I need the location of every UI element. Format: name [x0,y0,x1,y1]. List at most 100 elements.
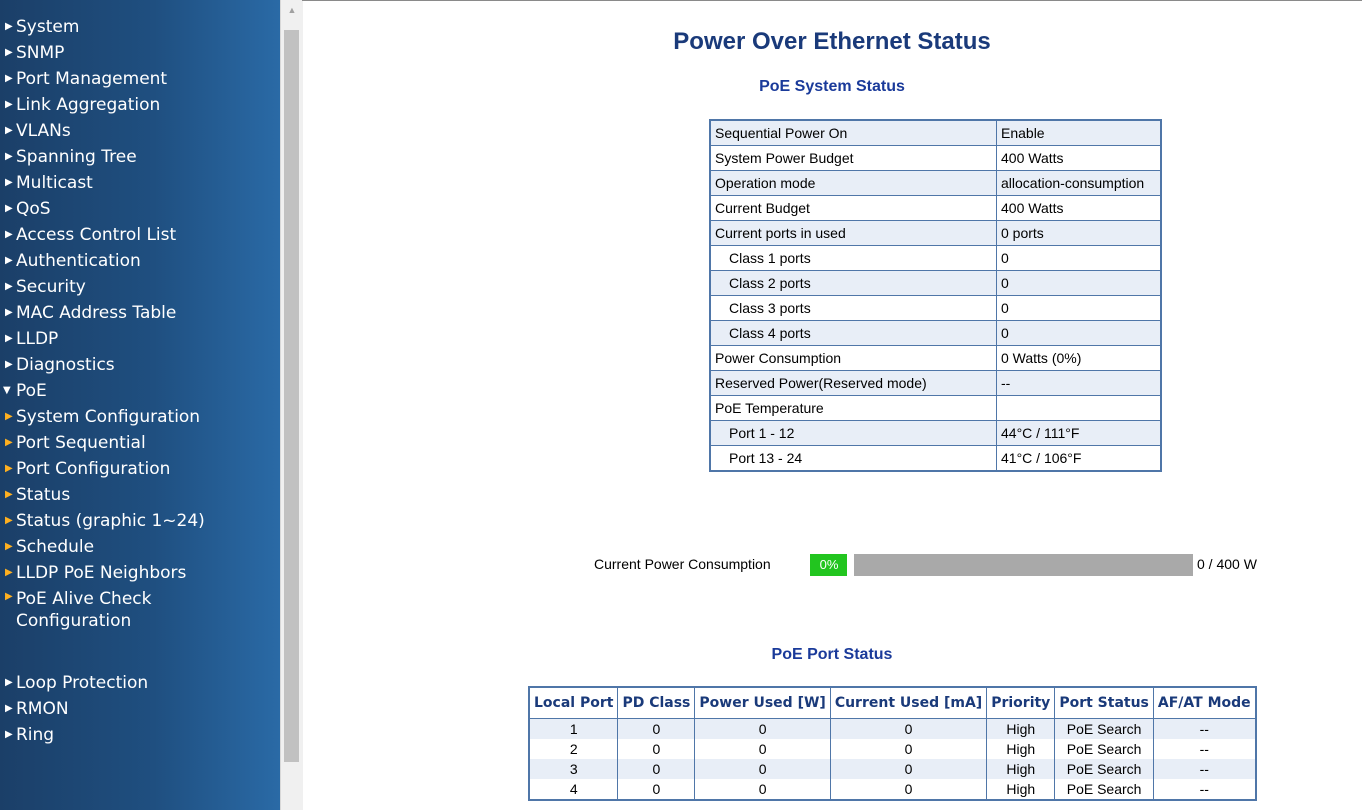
port-status-cell: 0 [694,779,831,800]
sidebar-item-lldp[interactable]: ▶ LLDP [0,326,280,352]
sidebar-item-spanning-tree[interactable]: ▶ Spanning Tree [0,144,280,170]
power-percent-badge: 0% [810,554,848,576]
caret-right-icon: ▶ [5,307,13,318]
sidebar-item-system[interactable]: ▶ System [0,14,280,40]
port-status-cell: High [986,718,1056,739]
port-status-row: 1 0 0 0 High PoE Search -- [528,718,1257,739]
port-status-cell: PoE Search [1054,718,1154,739]
sidebar-item-label: Authentication [16,251,141,271]
port-status-column-header: Power Used [W] [694,686,831,719]
system-status-row: Current Budget 400 Watts [709,195,1162,221]
system-status-value: 0 Watts (0%) [996,345,1162,371]
sidebar-item-multicast[interactable]: ▶ Multicast [0,170,280,196]
port-status-title: PoE Port Status [771,646,893,663]
port-status-cell: -- [1152,759,1257,779]
system-status-value: 400 Watts [996,145,1162,171]
port-status-column-header: AF/AT Mode [1152,686,1257,719]
system-status-key: Class 2 ports [709,270,997,296]
sidebar-subitem-schedule[interactable]: ▶ Schedule [0,534,280,560]
port-status-cell: PoE Search [1054,739,1154,759]
sidebar-item-label: VLANs [16,121,71,141]
power-bar-separator [847,554,854,576]
system-status-key: Current ports in used [709,220,997,246]
caret-right-icon: ▶ [5,73,13,84]
system-status-key: Class 4 ports [709,320,997,346]
sidebar-subitem-lldp-poe-neighbors[interactable]: ▶ LLDP PoE Neighbors [0,560,280,586]
system-status-key: Port 1 - 12 [709,420,997,446]
system-status-key: Class 3 ports [709,295,997,321]
caret-right-icon: ▶ [5,463,13,474]
sidebar-item-poe[interactable]: ▼ PoE [0,378,280,404]
system-status-row: System Power Budget 400 Watts [709,145,1162,171]
port-status-cell: 4 [528,779,619,800]
caret-right-icon: ▶ [5,255,13,266]
scrollbar-thumb[interactable] [284,30,299,762]
power-percent-label: 0% [819,557,839,572]
sidebar-item-link-aggregation[interactable]: ▶ Link Aggregation [0,92,280,118]
system-status-row: Port 1 - 12 44°C / 111°F [709,420,1162,446]
port-status-cell: PoE Search [1054,779,1154,800]
sidebar-item-label: Security [16,277,86,297]
sidebar-item-label: Diagnostics [16,355,115,375]
port-status-column-header: Current Used [mA] [829,686,988,719]
sidebar-subitem-label: Status [16,485,71,505]
sidebar-item-snmp[interactable]: ▶ SNMP [0,40,280,66]
port-status-cell: High [986,739,1056,759]
system-status-row: Port 13 - 24 41°C / 106°F [709,445,1162,472]
sidebar-item-port-management[interactable]: ▶ Port Management [0,66,280,92]
sidebar-subitem-label: PoE Alive Check Configuration [16,589,152,631]
poe-system-status-table: Sequential Power On Enable System Power Bu… [709,119,1162,472]
sidebar-item-mac-address-table[interactable]: ▶ MAC Address Table [0,300,280,326]
sidebar-item-qos[interactable]: ▶ QoS [0,196,280,222]
sidebar-subitem-port-configuration[interactable]: ▶ Port Configuration [0,456,280,482]
port-status-column-header: Local Port [528,686,619,719]
system-status-title: PoE System Status [759,78,905,95]
caret-right-icon: ▶ [5,591,13,602]
caret-right-icon: ▶ [5,281,13,292]
sidebar-item-diagnostics[interactable]: ▶ Diagnostics [0,352,280,378]
port-status-cell: 0 [617,739,696,759]
sidebar-item-security[interactable]: ▶ Security [0,274,280,300]
sidebar-subitem-label: Schedule [16,537,95,557]
port-status-cell: 0 [829,739,988,759]
sidebar-item-ring[interactable]: ▶ Ring [0,722,280,748]
system-status-value: 41°C / 106°F [996,445,1162,472]
sidebar-item-label: System [16,17,80,37]
caret-right-icon: ▶ [5,333,13,344]
sidebar-item-label: SNMP [16,43,65,63]
system-status-row: Operation mode allocation-consumption [709,170,1162,196]
sidebar-item-label: Link Aggregation [16,95,161,115]
caret-right-icon: ▶ [5,437,13,448]
scroll-up-arrow-icon[interactable]: ▲ [281,0,303,20]
sidebar-subitem-label: System Configuration [16,407,201,427]
sidebar-subitem-label: Port Sequential [16,433,146,453]
sidebar-subitem-status[interactable]: ▶ Status [0,482,280,508]
main-content: Power Over Ethernet Status PoE System St… [302,0,1362,810]
sidebar-subitem-status-graphic[interactable]: ▶ Status (graphic 1~24) [0,508,280,534]
sidebar-subitem-port-sequential[interactable]: ▶ Port Sequential [0,430,280,456]
sidebar-subitem-system-configuration[interactable]: ▶ System Configuration [0,404,280,430]
port-status-cell: 0 [829,759,988,779]
sidebar-item-vlans[interactable]: ▶ VLANs [0,118,280,144]
page-title: Power Over Ethernet Status [673,28,991,55]
power-consumption-bar: 0% [810,554,1193,576]
system-status-key: Sequential Power On [709,119,997,146]
system-status-value: 0 [996,270,1162,296]
power-consumption-label: Current Power Consumption [594,556,771,572]
system-status-key: PoE Temperature [709,395,997,421]
sidebar-item-label: Port Management [16,69,168,89]
sidebar-item-loop-protection[interactable]: ▶ Loop Protection [0,670,280,696]
sidebar-item-label: LLDP [16,329,59,349]
port-status-cell: PoE Search [1054,759,1154,779]
port-status-column-header: Port Status [1054,686,1154,719]
sidebar-item-label: MAC Address Table [16,303,177,323]
sidebar-scrollbar[interactable]: ▲ [280,0,303,810]
caret-right-icon: ▶ [5,359,13,370]
sidebar-item-rmon[interactable]: ▶ RMON [0,696,280,722]
sidebar-subitem-poe-alive-check-configuration[interactable]: ▶ PoE Alive Check Configuration [0,586,216,634]
sidebar-item-authentication[interactable]: ▶ Authentication [0,248,280,274]
system-status-row: Class 1 ports 0 [709,245,1162,271]
port-status-cell: 0 [694,718,831,739]
sidebar-item-access-control-list[interactable]: ▶ Access Control List [0,222,280,248]
